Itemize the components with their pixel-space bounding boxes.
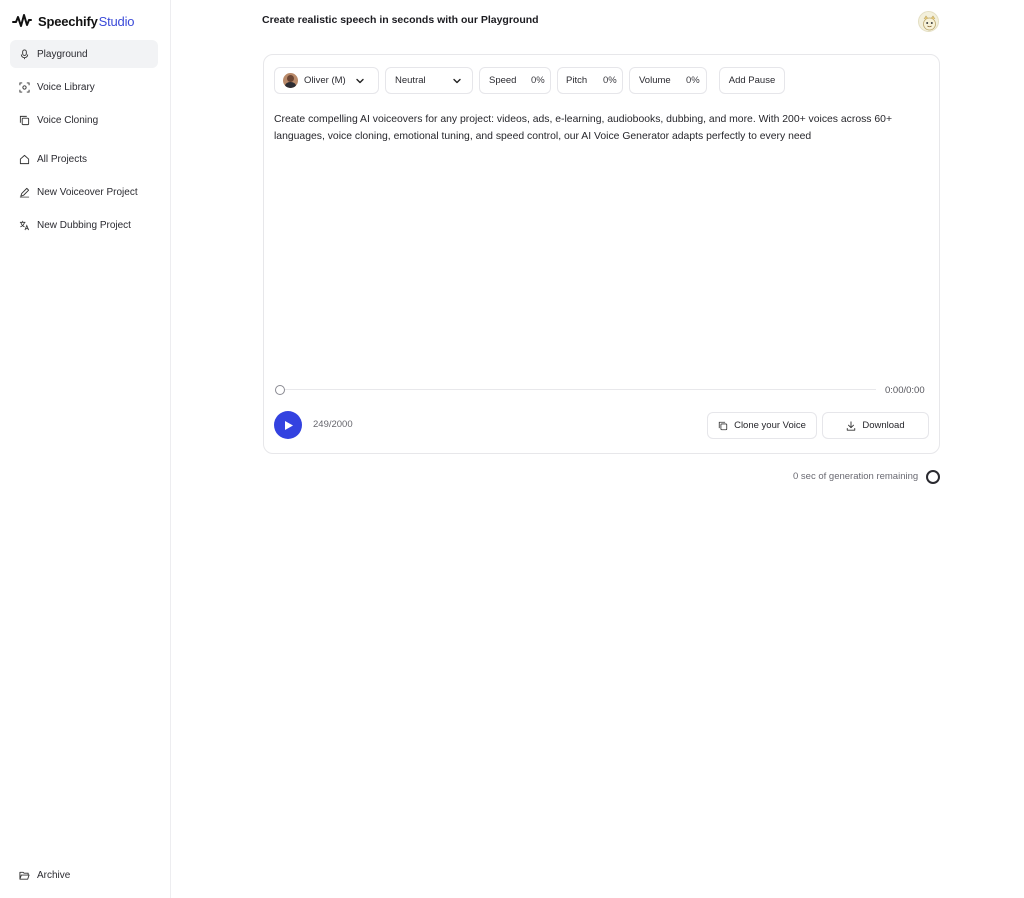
- sidebar-item-label: Voice Library: [37, 81, 95, 93]
- page-title: Create realistic speech in seconds with …: [262, 14, 539, 26]
- pen-icon: [19, 187, 30, 197]
- brand-accent: Studio: [98, 13, 135, 29]
- voice-selector[interactable]: Oliver (M): [274, 67, 379, 94]
- sidebar-item-label: New Dubbing Project: [37, 219, 131, 231]
- download-icon: [847, 420, 856, 431]
- volume-value: 0%: [686, 75, 700, 86]
- chevron-down-icon: [356, 78, 364, 84]
- sidebar-item-playground[interactable]: Playground: [10, 40, 158, 68]
- download-label: Download: [862, 420, 905, 431]
- home-icon: [19, 154, 30, 164]
- speed-label: Speed: [489, 75, 517, 86]
- add-pause-label: Add Pause: [728, 75, 776, 86]
- sidebar-item-voice-cloning[interactable]: Voice Cloning: [10, 106, 158, 134]
- sidebar-item-label: Playground: [37, 48, 88, 60]
- sidebar: Speechify Studio Playground Voice Library…: [0, 0, 171, 898]
- usage-ring-icon: [926, 470, 940, 484]
- playback-time: 0:00/0:00: [885, 385, 925, 396]
- character-count: 249/2000: [313, 419, 353, 430]
- sidebar-item-label: New Voiceover Project: [37, 186, 138, 198]
- pitch-control[interactable]: Pitch 0%: [557, 67, 623, 94]
- add-pause-button[interactable]: Add Pause: [719, 67, 785, 94]
- copy-icon: [718, 421, 728, 430]
- play-icon: [285, 420, 293, 430]
- user-avatar-icon[interactable]: [918, 11, 939, 32]
- sidebar-item-label: Voice Cloning: [37, 114, 99, 126]
- waveform-logo-icon: [12, 14, 32, 27]
- playback-progress-track[interactable]: [276, 389, 876, 390]
- sidebar-item-new-dubbing-project[interactable]: New Dubbing Project: [10, 211, 158, 239]
- speed-value: 0%: [531, 75, 545, 86]
- voice-label: Oliver (M): [304, 75, 346, 86]
- microphone-icon: [20, 48, 29, 59]
- folder-open-icon: [19, 871, 30, 880]
- generation-remaining: 0 sec of generation remaining: [793, 471, 919, 482]
- copy-icon: [19, 115, 30, 125]
- volume-label: Volume: [639, 75, 671, 86]
- playback-scrubber-handle[interactable]: [275, 385, 285, 395]
- voice-avatar-icon: [283, 73, 298, 88]
- speed-control[interactable]: Speed 0%: [479, 67, 551, 94]
- pitch-label: Pitch: [566, 75, 588, 86]
- script-text-editor[interactable]: Create compelling AI voiceovers for any …: [274, 111, 934, 145]
- clone-voice-button[interactable]: Clone your Voice: [707, 412, 817, 439]
- emotion-selector[interactable]: Neutral: [385, 67, 473, 94]
- brand-name: Speechify: [38, 13, 98, 29]
- volume-control[interactable]: Volume 0%: [629, 67, 707, 94]
- play-button[interactable]: [274, 411, 302, 439]
- download-button[interactable]: Download: [822, 412, 929, 439]
- sidebar-item-all-projects[interactable]: All Projects: [10, 145, 158, 173]
- sidebar-item-label: All Projects: [37, 153, 88, 165]
- chevron-down-icon: [453, 78, 461, 84]
- sidebar-item-voice-library[interactable]: Voice Library: [10, 73, 158, 101]
- voice-library-icon: [19, 81, 30, 93]
- emotion-label: Neutral: [395, 75, 426, 86]
- sidebar-item-archive[interactable]: Archive: [10, 861, 158, 889]
- pitch-value: 0%: [603, 75, 617, 86]
- brand-logo[interactable]: Speechify Studio: [12, 12, 134, 30]
- sidebar-item-label: Archive: [37, 869, 71, 881]
- sidebar-item-new-voiceover-project[interactable]: New Voiceover Project: [10, 178, 158, 206]
- clone-voice-label: Clone your Voice: [734, 420, 806, 431]
- playground-card: Oliver (M) Neutral Speed 0% Pitch 0% Vol…: [263, 54, 940, 454]
- translate-icon: [19, 220, 30, 230]
